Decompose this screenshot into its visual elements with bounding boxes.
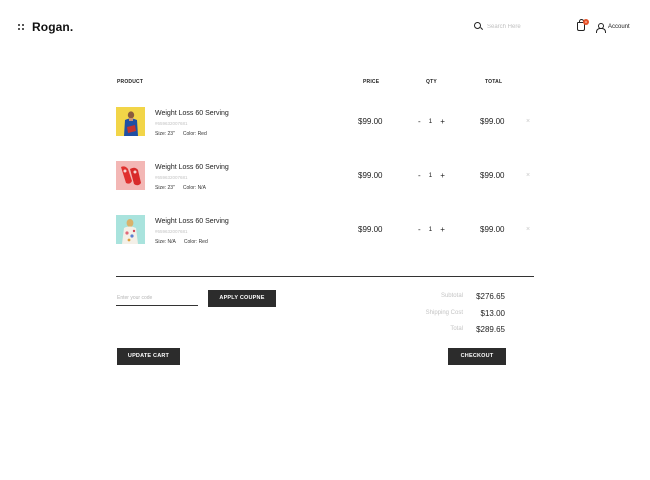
product-name[interactable]: Weight Loss 60 Serving [155, 110, 229, 117]
quantity-value[interactable]: 1 [429, 118, 433, 125]
column-header-qty: QTY [426, 79, 437, 85]
product-color: Color: N/A [182, 185, 206, 191]
quantity-stepper: - 1 + [418, 117, 445, 126]
update-cart-button[interactable]: UPDATE CART [117, 348, 180, 365]
remove-item-icon[interactable]: × [526, 226, 530, 233]
decrease-quantity-button[interactable]: - [418, 225, 421, 234]
search-bar[interactable] [474, 22, 557, 31]
increase-quantity-button[interactable]: + [440, 117, 445, 126]
product-name[interactable]: Weight Loss 60 Serving [155, 164, 229, 171]
column-header-product: PRODUCT [117, 79, 144, 85]
brand-logo[interactable]: Rogan. [18, 20, 73, 34]
remove-item-icon[interactable]: × [526, 172, 530, 179]
decrease-quantity-button[interactable]: - [418, 171, 421, 180]
product-color: Color: Red [182, 131, 207, 137]
search-icon[interactable] [474, 22, 483, 31]
product-price: $99.00 [358, 225, 383, 234]
quantity-stepper: - 1 + [418, 171, 445, 180]
column-header-price: PRICE [363, 79, 380, 85]
cart-row: Weight Loss 60 Serving #659632007681 Siz… [116, 107, 536, 139]
remove-item-icon[interactable]: × [526, 118, 530, 125]
cart-count-badge: 0 [583, 19, 589, 25]
total-value: $289.65 [476, 325, 505, 334]
cart-row: Weight Loss 60 Serving #659632007681 Siz… [116, 215, 536, 247]
quantity-value[interactable]: 1 [429, 226, 433, 233]
product-size: Size: N/A [155, 239, 176, 245]
decrease-quantity-button[interactable]: - [418, 117, 421, 126]
logo-text: Rogan. [32, 20, 74, 34]
row-total: $99.00 [480, 225, 505, 234]
increase-quantity-button[interactable]: + [440, 171, 445, 180]
account-link[interactable]: Account [596, 23, 630, 33]
user-icon [596, 23, 606, 33]
product-attributes: Size: 23" Color: Red [155, 131, 207, 137]
product-color: Color: Red [183, 239, 208, 245]
checkout-button[interactable]: CHECKOUT [448, 348, 506, 365]
product-sku: #659632007681 [155, 121, 188, 126]
product-price: $99.00 [358, 117, 383, 126]
product-thumbnail[interactable] [116, 215, 145, 244]
product-size: Size: 23" [155, 131, 175, 137]
cart-row: Weight Loss 60 Serving #659632007681 Siz… [116, 161, 536, 193]
search-input[interactable] [487, 23, 557, 30]
row-total: $99.00 [480, 171, 505, 180]
product-price: $99.00 [358, 171, 383, 180]
shipping-value: $13.00 [480, 309, 505, 318]
logo-dots-icon [18, 23, 25, 31]
row-total: $99.00 [480, 117, 505, 126]
product-name[interactable]: Weight Loss 60 Serving [155, 218, 229, 225]
cart-divider [116, 276, 534, 277]
product-thumbnail[interactable] [116, 107, 145, 136]
product-sku: #659632007681 [155, 229, 188, 234]
column-header-total: TOTAL [485, 79, 503, 85]
account-label: Account [608, 24, 630, 30]
product-thumbnail[interactable] [116, 161, 145, 190]
product-attributes: Size: N/A Color: Red [155, 239, 208, 245]
apply-coupon-button[interactable]: APPLY COUPNE [208, 290, 276, 307]
product-size: Size: 23" [155, 185, 175, 191]
subtotal-value: $276.65 [476, 292, 505, 301]
quantity-value[interactable]: 1 [429, 172, 433, 179]
product-sku: #659632007681 [155, 175, 188, 180]
coupon-code-input[interactable] [116, 291, 198, 306]
quantity-stepper: - 1 + [418, 225, 445, 234]
product-attributes: Size: 23" Color: N/A [155, 185, 206, 191]
increase-quantity-button[interactable]: + [440, 225, 445, 234]
